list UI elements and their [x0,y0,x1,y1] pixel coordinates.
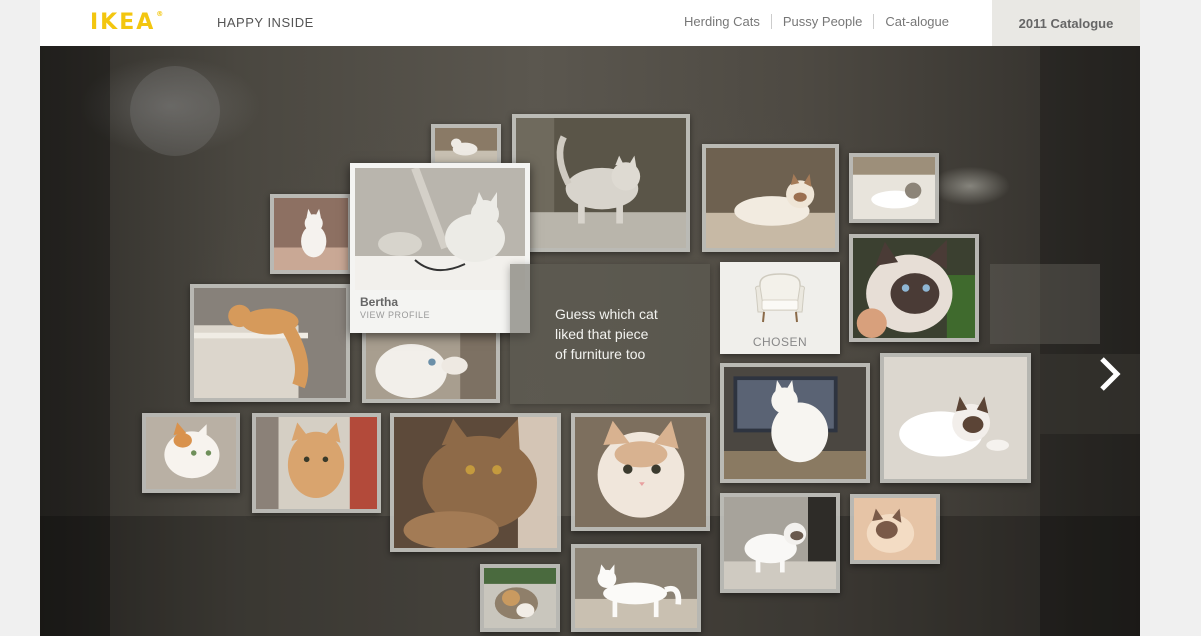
cat-photo-tile[interactable] [880,353,1031,483]
cat-photo-tile[interactable] [142,413,240,493]
chevron-right-icon [1100,357,1121,391]
cat-photo [435,128,497,162]
next-button[interactable] [1092,352,1128,396]
logo-text: IKEA [90,10,156,35]
cat-photo-tile[interactable] [849,153,939,223]
cat-photo-tile[interactable] [702,144,839,252]
cat-photo [394,417,557,548]
cat-photo-tile[interactable] [850,494,940,564]
cat-photo [724,497,836,589]
armchair-icon [750,270,810,326]
message-line-3: of furniture too [555,346,646,362]
cat-gallery-stage: Bertha VIEW PROFILE Guess which cat like… [40,46,1140,636]
chosen-label: CHOSEN [752,335,808,349]
cat-photo [484,568,556,628]
message-line-1: Guess which cat [555,306,658,322]
cat-photo-tile[interactable] [362,322,500,403]
featured-cat-photo [355,168,525,290]
featured-cat-name: Bertha [360,295,399,309]
cat-photo-tile[interactable] [190,284,350,402]
view-profile-link[interactable]: VIEW PROFILE [360,310,525,320]
nav-cat-alogue[interactable]: Cat-alogue [873,14,960,29]
guess-message-panel: Guess which cat liked that piece of furn… [510,264,710,404]
cat-photo [575,548,697,628]
tagline: HAPPY INSIDE [217,15,314,30]
cat-photo-tile[interactable] [720,363,870,483]
logo-registered-mark: ® [156,10,166,18]
cat-photo-tile[interactable] [270,194,352,274]
cat-photo-tile[interactable] [849,234,979,342]
cat-photo [853,238,975,338]
cat-photo-tile[interactable] [431,124,501,166]
cat-photo-tile[interactable] [512,114,690,252]
cat-photo [575,417,706,527]
cat-photo-tile[interactable] [571,413,710,531]
cat-photo [274,198,348,270]
catalogue-button[interactable]: 2011 Catalogue [992,0,1140,46]
ikea-logo[interactable]: IKEA® [90,10,165,35]
background-lamp [130,66,220,156]
cat-photo-tile[interactable] [390,413,561,552]
main-nav: Herding Cats Pussy People Cat-alogue [673,14,960,29]
cat-photo [724,367,866,479]
nav-pussy-people[interactable]: Pussy People [770,14,874,29]
cat-photo [854,498,936,560]
cat-photo-tile[interactable] [252,413,381,513]
cat-photo [366,326,496,399]
faded-photo-tile [990,264,1100,344]
message-line-2: liked that piece [555,326,649,342]
cat-photo [706,148,835,248]
cat-photo [884,357,1027,479]
featured-cat-card[interactable]: Bertha VIEW PROFILE [350,163,530,333]
chosen-furniture-card[interactable]: CHOSEN [720,262,840,354]
cat-photo [516,118,686,248]
nav-herding-cats[interactable]: Herding Cats [673,14,771,29]
cat-photo-tile[interactable] [480,564,560,632]
cat-photo [194,288,346,398]
guess-message-text: Guess which cat liked that piece of furn… [555,304,658,364]
cat-photo [146,417,236,489]
cat-photo [256,417,377,509]
cat-photo-tile[interactable] [720,493,840,593]
cat-photo-tile[interactable] [571,544,701,632]
site-header: IKEA® HAPPY INSIDE Herding Cats Pussy Pe… [40,0,1140,46]
cat-photo [853,157,935,219]
